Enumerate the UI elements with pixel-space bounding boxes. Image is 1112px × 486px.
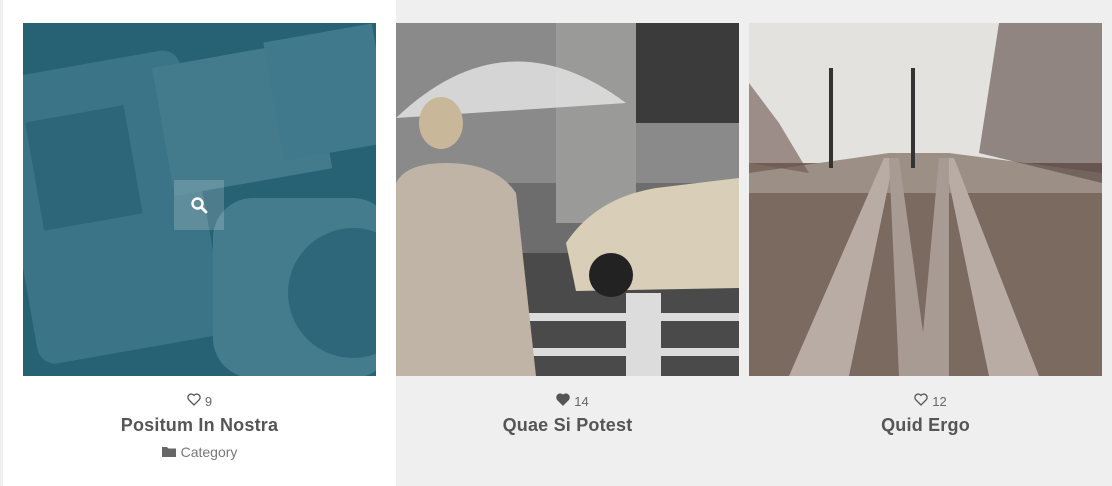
like-button-2[interactable]: 14 [396,393,749,409]
portfolio-title-2[interactable]: Quae Si Potest [396,415,739,436]
category-label-1: Category [180,444,238,460]
search-icon [190,196,208,214]
like-button-3[interactable]: 12 [749,393,1112,409]
portfolio-card-2: 14 Quae Si Potest [396,0,749,486]
portfolio-card-1: 9 Positum In Nostra Category [3,0,396,486]
heart-icon [556,393,570,409]
portfolio-title-3[interactable]: Quid Ergo [749,415,1102,436]
like-count-2: 14 [574,393,589,409]
portfolio-image-1[interactable] [23,23,376,376]
like-button-1[interactable]: 9 [3,393,396,409]
like-count-1: 9 [204,393,213,409]
heart-icon [187,393,201,409]
folder-icon [161,444,176,460]
portfolio-image-3[interactable] [749,23,1102,376]
heart-icon [914,393,928,409]
like-count-3: 12 [932,393,947,409]
category-link-1[interactable]: Category [3,444,396,460]
zoom-button[interactable] [174,180,224,230]
portfolio-title-1[interactable]: Positum In Nostra [3,415,396,436]
portfolio-card-3: 12 Quid Ergo [749,0,1112,486]
portfolio-image-2[interactable] [396,23,739,376]
